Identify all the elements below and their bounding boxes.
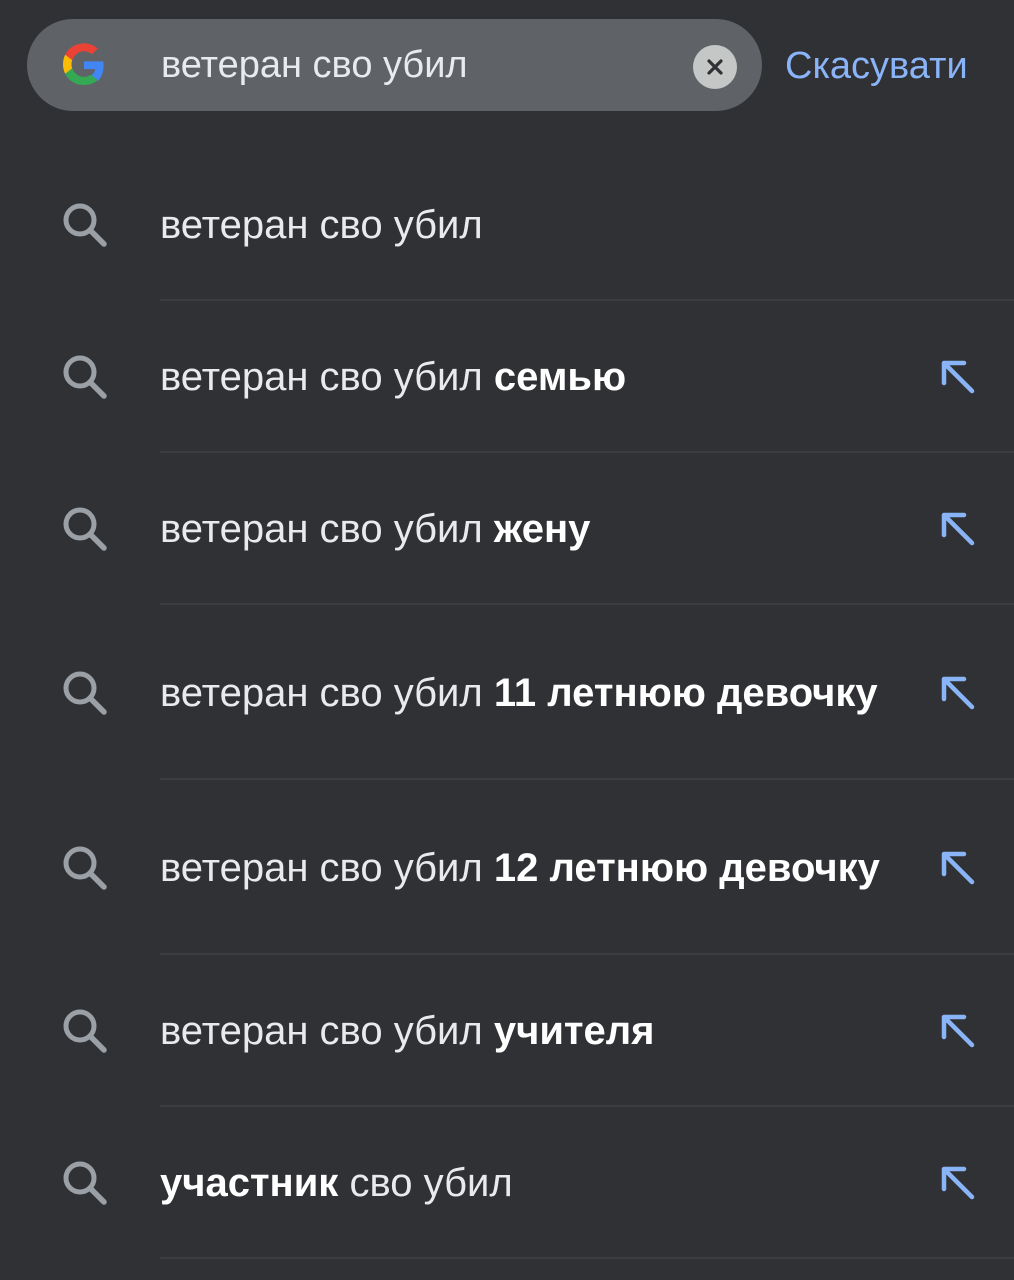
- suggestion-completion-text: 11 летнюю девочку: [493, 670, 878, 715]
- search-icon: [63, 846, 107, 890]
- suggestion-query-text: ветеран сво убил: [160, 203, 483, 247]
- suggestion-item[interactable]: участник сво убил: [0, 1107, 1014, 1259]
- suggestion-item[interactable]: ветеран сво убил учителя: [0, 955, 1014, 1107]
- suggestion-query-text: ветеран сво убил: [160, 507, 483, 551]
- search-icon: [63, 671, 107, 715]
- search-icon: [63, 203, 107, 247]
- suggestion-query-text: сво убил: [349, 1161, 513, 1205]
- search-icon: [63, 507, 107, 551]
- suggestion-item[interactable]: ветеран сво убил 11 летнюю девочку: [0, 605, 1014, 780]
- clear-search-button[interactable]: [693, 45, 737, 89]
- suggestion-text: ветеран сво убил семью: [160, 348, 890, 406]
- suggestion-text: ветеран сво убил: [160, 196, 890, 254]
- suggestion-list: ветеран сво убил ветеран сво убил семью …: [0, 149, 1014, 1259]
- arrow-up-left-icon[interactable]: [938, 673, 978, 713]
- google-logo-icon: [63, 43, 104, 85]
- suggestion-item[interactable]: ветеран сво убил 12 летнюю девочку: [0, 780, 1014, 955]
- suggestion-completion-text: участник: [160, 1161, 339, 1205]
- suggestion-text: ветеран сво убил учителя: [160, 1002, 890, 1060]
- suggestion-text: ветеран сво убил жену: [160, 500, 890, 558]
- suggestion-completion-text: 12 летнюю девочку: [493, 845, 880, 890]
- suggestion-completion-text: учителя: [493, 1009, 655, 1053]
- search-icon: [63, 355, 107, 399]
- suggestion-item[interactable]: ветеран сво убил семью: [0, 301, 1014, 453]
- search-bar[interactable]: ветеран сво убил: [27, 19, 762, 111]
- suggestion-text: участник сво убил: [160, 1154, 890, 1212]
- arrow-up-left-icon[interactable]: [938, 357, 978, 397]
- arrow-up-left-icon[interactable]: [938, 848, 978, 888]
- suggestion-query-text: ветеран сво убил: [160, 355, 483, 399]
- suggestion-completion-text: жену: [493, 507, 591, 551]
- arrow-up-left-icon[interactable]: [938, 509, 978, 549]
- suggestion-item[interactable]: ветеран сво убил жену: [0, 453, 1014, 605]
- suggestion-text: ветеран сво убил 12 летнюю девочку: [160, 839, 890, 897]
- suggestion-item[interactable]: ветеран сво убил: [0, 149, 1014, 301]
- arrow-up-left-icon[interactable]: [938, 1163, 978, 1203]
- arrow-up-left-icon[interactable]: [938, 1011, 978, 1051]
- search-icon: [63, 1161, 107, 1205]
- search-input[interactable]: ветеран сво убил: [161, 44, 468, 86]
- search-icon: [63, 1009, 107, 1053]
- suggestion-query-text: ветеран сво убил: [160, 670, 483, 715]
- suggestion-query-text: ветеран сво убил: [160, 1009, 483, 1053]
- suggestion-query-text: ветеран сво убил: [160, 845, 483, 890]
- suggestion-completion-text: семью: [493, 355, 627, 399]
- suggestion-text: ветеран сво убил 11 летнюю девочку: [160, 664, 890, 722]
- clear-icon: [707, 59, 723, 75]
- cancel-button[interactable]: Скасувати: [785, 44, 968, 88]
